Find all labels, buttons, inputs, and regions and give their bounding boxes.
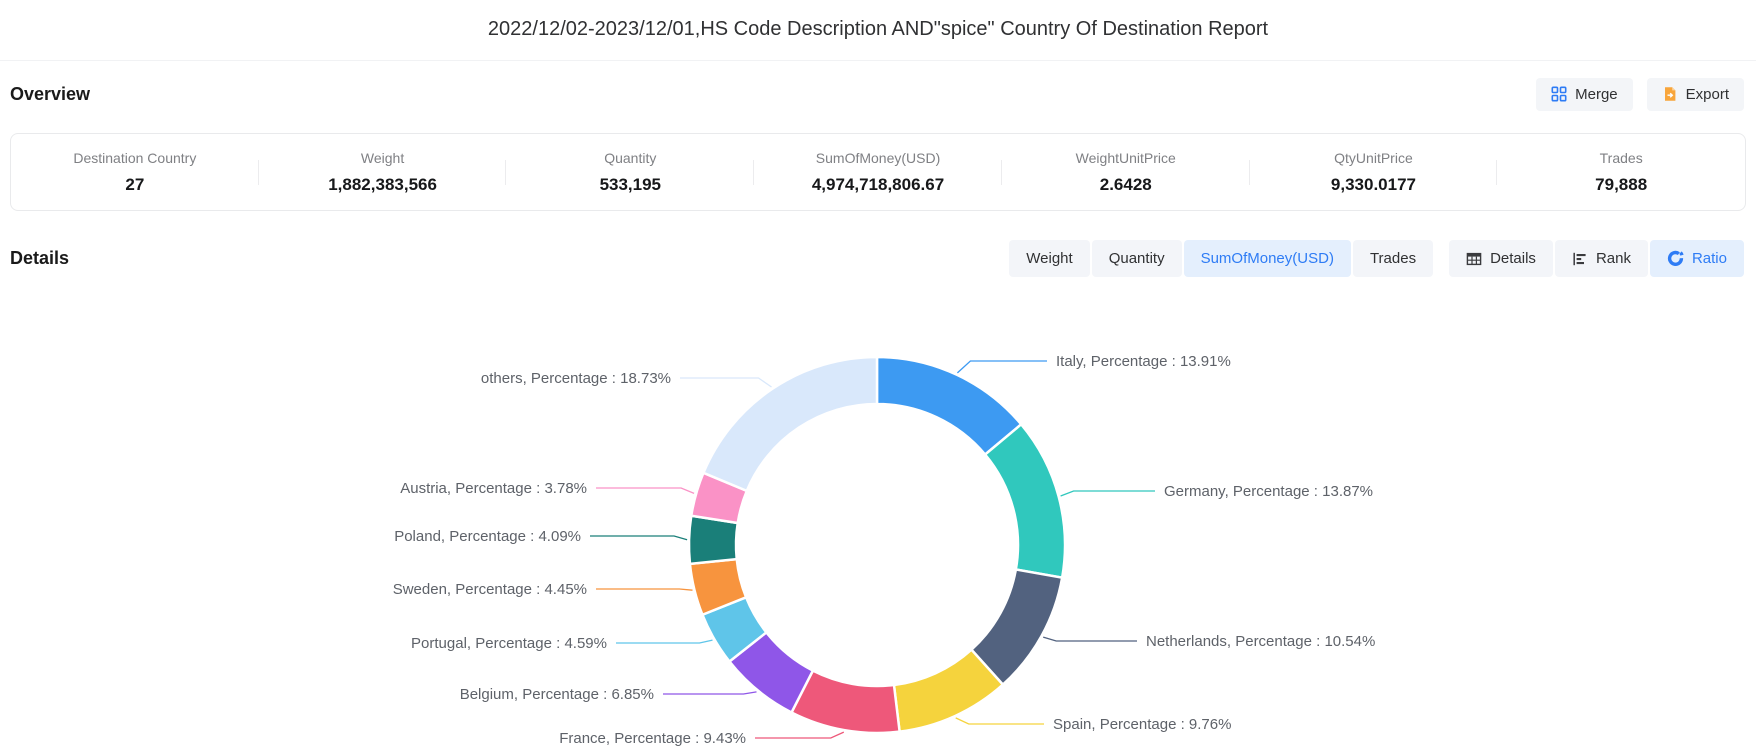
- tab-sumofmoney-usd[interactable]: SumOfMoney(USD): [1184, 240, 1351, 277]
- label-line-austria: [596, 488, 694, 493]
- tab-trades[interactable]: Trades: [1353, 240, 1433, 277]
- overview-header: Overview Merge: [10, 76, 1744, 112]
- view-tab-group: Details Rank Ratio: [1449, 240, 1744, 277]
- stat-label: QtyUnitPrice: [1250, 150, 1498, 166]
- tab-label: SumOfMoney(USD): [1201, 250, 1334, 267]
- page-title: 2022/12/02-2023/12/01,HS Code Descriptio…: [0, 18, 1756, 41]
- label-line-others: [680, 378, 772, 387]
- stat-sumofmoney-usd: SumOfMoney(USD) 4,974,718,806.67: [754, 146, 1002, 199]
- slice-label-italy: Italy, Percentage : 13.91%: [1056, 353, 1231, 370]
- stat-quantity: Quantity 533,195: [506, 146, 754, 199]
- stat-value: 2.6428: [1002, 175, 1250, 195]
- header-divider: [0, 60, 1756, 61]
- tab-weight[interactable]: Weight: [1009, 240, 1089, 277]
- stat-label: WeightUnitPrice: [1002, 150, 1250, 166]
- stat-value: 9,330.0177: [1250, 175, 1498, 195]
- stat-value: 1,882,383,566: [259, 175, 507, 195]
- stat-weight: Weight 1,882,383,566: [259, 146, 507, 199]
- stat-label: SumOfMoney(USD): [754, 150, 1002, 166]
- pie-slice-italy[interactable]: [877, 357, 1021, 455]
- slice-label-portugal: Portugal, Percentage : 4.59%: [411, 635, 607, 652]
- label-line-netherlands: [1043, 637, 1137, 641]
- slice-label-others: others, Percentage : 18.73%: [481, 370, 671, 387]
- label-line-portugal: [616, 640, 713, 643]
- tab-ratio[interactable]: Ratio: [1650, 240, 1744, 277]
- stat-destination-country: Destination Country 27: [11, 146, 259, 199]
- details-header: Details Weight Quantity SumOfMoney(USD) Tra…: [10, 240, 1744, 277]
- stat-label: Weight: [259, 150, 507, 166]
- label-line-france: [755, 732, 844, 738]
- tab-quantity[interactable]: Quantity: [1092, 240, 1182, 277]
- donut-chart-svg: Italy, Percentage : 13.91% Germany, Perce…: [0, 283, 1756, 753]
- label-line-sweden: [596, 589, 693, 590]
- destination-ratio-chart: Italy, Percentage : 13.91% Germany, Perce…: [0, 283, 1756, 753]
- export-button[interactable]: Export: [1647, 78, 1744, 111]
- stat-weightunitprice: WeightUnitPrice 2.6428: [1002, 146, 1250, 199]
- slice-label-poland: Poland, Percentage : 4.09%: [394, 528, 581, 545]
- stat-qtyunitprice: QtyUnitPrice 9,330.0177: [1250, 146, 1498, 199]
- export-icon: [1662, 86, 1678, 102]
- stat-label: Destination Country: [11, 150, 259, 166]
- tab-rank[interactable]: Rank: [1555, 240, 1648, 277]
- stat-value: 79,888: [1497, 175, 1745, 195]
- tab-details[interactable]: Details: [1449, 240, 1553, 277]
- stat-value: 4,974,718,806.67: [754, 175, 1002, 195]
- stat-label: Trades: [1497, 150, 1745, 166]
- table-icon: [1466, 251, 1482, 267]
- tab-label: Details: [1490, 250, 1536, 267]
- tab-label: Weight: [1026, 250, 1072, 267]
- slice-label-belgium: Belgium, Percentage : 6.85%: [460, 686, 654, 703]
- overview-heading: Overview: [10, 84, 90, 105]
- label-line-spain: [956, 718, 1044, 724]
- label-line-italy: [957, 361, 1047, 373]
- details-heading: Details: [10, 248, 69, 269]
- label-line-belgium: [663, 692, 757, 694]
- slice-label-france: France, Percentage : 9.43%: [559, 730, 746, 747]
- merge-button[interactable]: Merge: [1536, 78, 1633, 111]
- stats-card: Destination Country 27Weight 1,882,383,566…: [10, 133, 1746, 211]
- stat-value: 533,195: [506, 175, 754, 195]
- merge-button-label: Merge: [1575, 86, 1618, 103]
- tab-label: Ratio: [1692, 250, 1727, 267]
- tab-label: Rank: [1596, 250, 1631, 267]
- label-line-poland: [590, 536, 687, 540]
- rank-icon: [1572, 251, 1588, 267]
- pie-slice-germany[interactable]: [985, 424, 1065, 577]
- pie-slice-others[interactable]: [703, 357, 877, 491]
- stat-trades: Trades 79,888: [1497, 146, 1745, 199]
- overview-buttons: Merge Export: [1536, 78, 1744, 111]
- slice-label-germany: Germany, Percentage : 13.87%: [1164, 483, 1373, 500]
- tab-label: Quantity: [1109, 250, 1165, 267]
- slice-label-netherlands: Netherlands, Percentage : 10.54%: [1146, 633, 1375, 650]
- label-line-germany: [1061, 491, 1155, 496]
- metric-tab-group: Weight Quantity SumOfMoney(USD) Trades: [1009, 240, 1433, 277]
- donut-icon: [1667, 250, 1684, 267]
- stat-value: 27: [11, 175, 259, 195]
- merge-icon: [1551, 86, 1567, 102]
- export-button-label: Export: [1686, 86, 1729, 103]
- slice-label-sweden: Sweden, Percentage : 4.45%: [393, 581, 587, 598]
- tab-label: Trades: [1370, 250, 1416, 267]
- stat-label: Quantity: [506, 150, 754, 166]
- slice-label-austria: Austria, Percentage : 3.78%: [400, 480, 587, 497]
- slice-label-spain: Spain, Percentage : 9.76%: [1053, 716, 1231, 733]
